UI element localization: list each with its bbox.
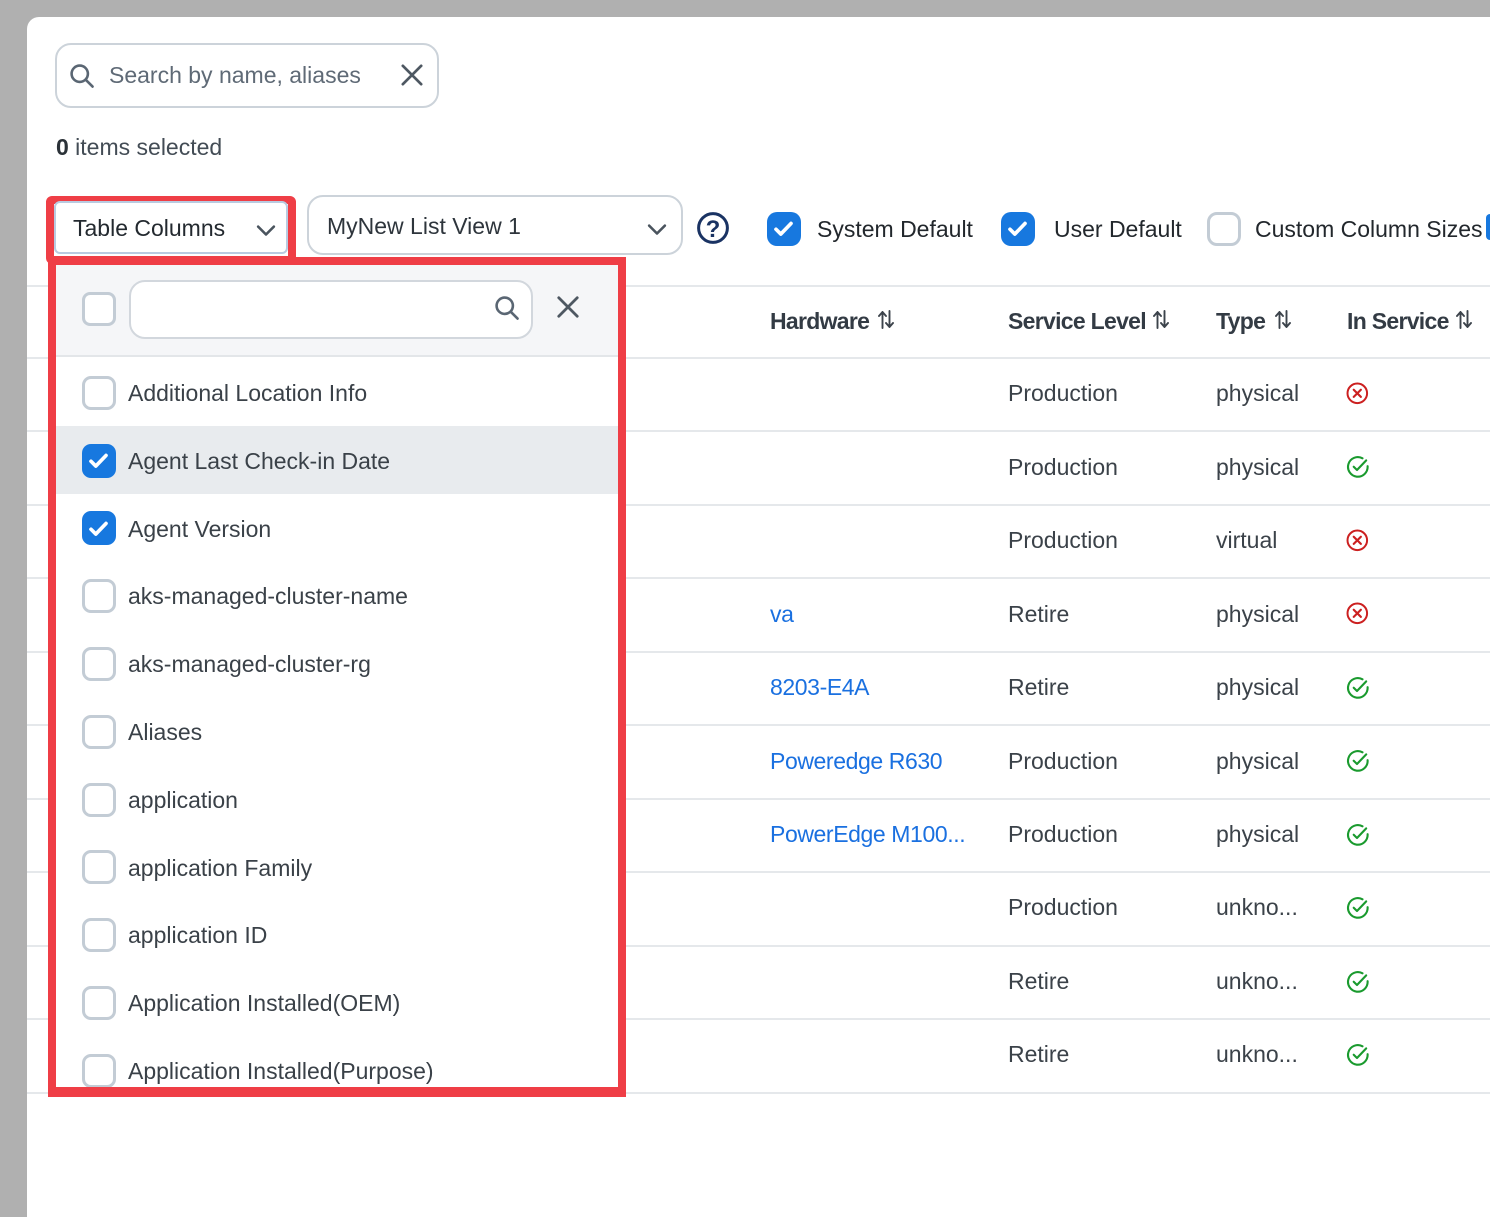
- svg-text:?: ?: [706, 216, 721, 243]
